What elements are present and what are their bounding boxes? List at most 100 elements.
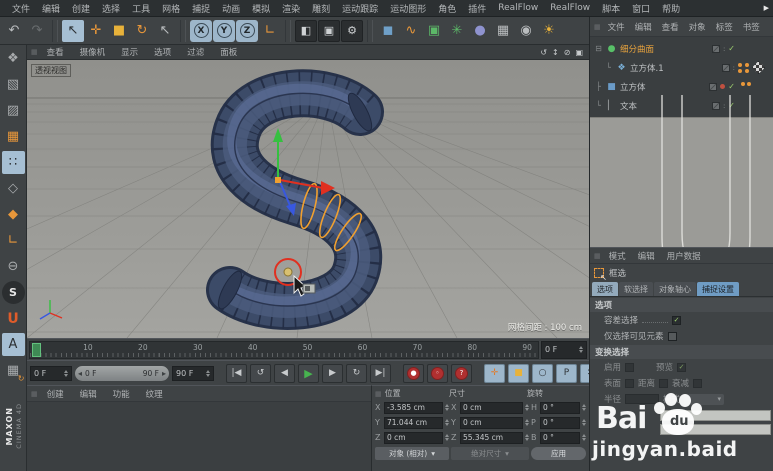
attr-menu-userdata[interactable]: 用户数据 — [661, 250, 707, 262]
key-rotation-toggle[interactable]: ○ — [532, 364, 553, 383]
tab-snap-settings[interactable]: 捕捉设置 — [697, 282, 739, 296]
material-menu-edit[interactable]: 编辑 — [73, 388, 104, 400]
redo-button[interactable]: ↷ — [26, 20, 48, 42]
falloff-checkbox[interactable] — [693, 379, 702, 388]
menu-help[interactable]: 帮助 — [656, 2, 686, 15]
goto-start-button[interactable]: |◀ — [226, 364, 247, 383]
deformer-button[interactable]: ✳ — [446, 20, 468, 42]
lock-z-button[interactable]: Z — [236, 20, 258, 42]
menu-create[interactable]: 创建 — [66, 2, 96, 15]
timeline-ruler[interactable]: 0 10 20 30 40 50 60 70 80 90 — [29, 341, 539, 359]
surface-checkbox[interactable] — [625, 379, 634, 388]
live-selection-button[interactable]: ↖ — [62, 20, 84, 42]
menu-tools[interactable]: 工具 — [126, 2, 156, 15]
range-end-stepper[interactable] — [206, 370, 210, 377]
menu-animate[interactable]: 动画 — [216, 2, 246, 15]
size-y-field[interactable]: 0 cm — [460, 417, 523, 429]
viewport-solo-icon[interactable]: ⊖ — [2, 255, 25, 278]
menu-script[interactable]: 脚本 — [596, 2, 626, 15]
model-mode-icon[interactable]: ▧ — [2, 73, 25, 96]
goto-end-button[interactable]: ▶| — [370, 364, 391, 383]
pos-y-field[interactable]: 71.044 cm — [384, 417, 443, 429]
material-menu-function[interactable]: 功能 — [106, 388, 137, 400]
attr-menu-mode[interactable]: 模式 — [603, 250, 632, 262]
playhead[interactable] — [32, 343, 41, 357]
points-mode-icon[interactable]: ∷ — [2, 151, 25, 174]
light-button[interactable]: ☀ — [538, 20, 560, 42]
om-menu-view[interactable]: 查看 — [657, 21, 684, 33]
frame-stepper[interactable] — [579, 346, 583, 353]
menu-simulate[interactable]: 模拟 — [246, 2, 276, 15]
key-parameter-toggle[interactable]: P — [556, 364, 577, 383]
menu-sculpt[interactable]: 雕刻 — [306, 2, 336, 15]
subdivision-surface-button[interactable]: ▣ — [423, 20, 445, 42]
range-start-field[interactable]: 0 F — [30, 366, 72, 381]
tab-soft-selection[interactable]: 软选择 — [619, 282, 653, 296]
undo-button[interactable]: ↶ — [3, 20, 25, 42]
menu-mesh[interactable]: 网格 — [156, 2, 186, 15]
menu-motion-tracker[interactable]: 运动跟踪 — [336, 2, 384, 15]
add-primitive-button[interactable]: ◼ — [377, 20, 399, 42]
viewport-lock-icon[interactable]: ⊘ — [564, 48, 571, 57]
om-menu-edit[interactable]: 编辑 — [630, 21, 657, 33]
mode-dropdown[interactable]: ▾ — [684, 394, 724, 405]
quantize-grid-icon[interactable]: A — [2, 333, 25, 356]
render-view-button[interactable]: ◧ — [295, 20, 317, 42]
enable-checkbox[interactable] — [625, 363, 634, 372]
render-settings-button[interactable]: ⚙ — [341, 20, 363, 42]
material-menu-create[interactable]: 创建 — [40, 388, 71, 400]
viewport-toggle-icon[interactable]: ▣ — [575, 48, 583, 57]
autokey-button[interactable]: ◦ — [427, 364, 448, 383]
rotate-workplane-icon[interactable]: ▦↻ — [2, 359, 25, 382]
key-scale-toggle[interactable]: ■ — [508, 364, 529, 383]
pos-x-stepper[interactable] — [445, 404, 449, 411]
menu-mograph[interactable]: 运动图形 — [384, 2, 432, 15]
size-y-stepper[interactable] — [525, 419, 529, 426]
pos-z-stepper[interactable] — [445, 434, 449, 441]
material-list-area[interactable] — [27, 402, 371, 471]
visible-only-checkbox[interactable] — [668, 332, 677, 341]
lock-y-button[interactable]: Y — [213, 20, 235, 42]
viewport-menu-view[interactable]: 查看 — [40, 46, 71, 58]
edge-mode-icon[interactable]: ◇ — [2, 177, 25, 200]
menu-character[interactable]: 角色 — [432, 2, 462, 15]
menu-window[interactable]: 窗口 — [626, 2, 656, 15]
texture-mode-icon[interactable]: ▨ — [2, 99, 25, 122]
gradient-bar[interactable] — [660, 410, 771, 421]
size-x-field[interactable]: 0 cm — [460, 402, 523, 414]
om-menu-objects[interactable]: 对象 — [684, 21, 711, 33]
coordinate-system-button[interactable]: ∟ — [259, 20, 281, 42]
key-position-toggle[interactable]: ✛ — [484, 364, 505, 383]
size-z-stepper[interactable] — [525, 434, 529, 441]
rot-h-stepper[interactable] — [582, 404, 586, 411]
view-label[interactable]: 透视视图 — [31, 64, 71, 77]
viewport-menu-filter[interactable]: 过滤 — [180, 46, 211, 58]
rot-p-field[interactable]: 0 ° — [540, 417, 580, 429]
play-button[interactable]: ▶ — [298, 364, 319, 383]
next-frame-button[interactable]: ▶ — [322, 364, 343, 383]
menu-realflow-1[interactable]: RealFlow — [492, 3, 544, 13]
menu-edit[interactable]: 编辑 — [36, 2, 66, 15]
om-grip-icon[interactable]: ▦ — [594, 23, 603, 31]
frame-range-slider[interactable]: 0 F 90 F — [75, 366, 169, 381]
pos-y-stepper[interactable] — [445, 419, 449, 426]
magnet-icon[interactable]: U — [2, 307, 25, 330]
size-x-stepper[interactable] — [525, 404, 529, 411]
enable-axis-icon[interactable]: ∟ — [2, 229, 25, 252]
menu-file[interactable]: 文件 — [6, 2, 36, 15]
snap-icon[interactable]: S — [2, 281, 25, 304]
om-menu-bookmarks[interactable]: 书签 — [738, 21, 765, 33]
current-frame-field[interactable]: 0 F — [541, 341, 587, 359]
tab-options[interactable]: 选项 — [592, 282, 618, 296]
viewport-menu-cameras[interactable]: 摄像机 — [73, 46, 113, 58]
material-grip-icon[interactable]: ▦ — [31, 390, 38, 398]
field-button[interactable]: ● — [469, 20, 491, 42]
keyframe-help-button[interactable]: ? — [451, 364, 472, 383]
range-start-stepper[interactable] — [64, 370, 68, 377]
tab-object-axis[interactable]: 对象轴心 — [654, 282, 696, 296]
rot-p-stepper[interactable] — [582, 419, 586, 426]
menu-realflow-2[interactable]: RealFlow — [544, 3, 596, 13]
make-editable-icon[interactable]: ❖ — [2, 47, 25, 70]
pos-z-field[interactable]: 0 cm — [384, 432, 443, 444]
menu-render[interactable]: 渲染 — [276, 2, 306, 15]
